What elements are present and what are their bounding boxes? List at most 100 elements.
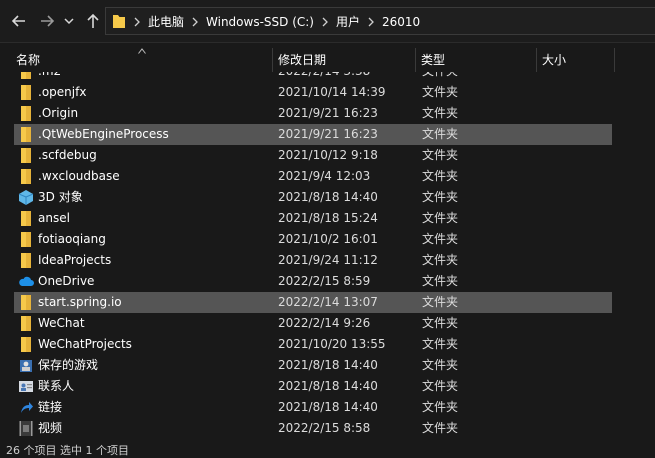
item-name: 保存的游戏 [38,358,99,372]
item-date: 2021/10/12 9:18 [278,148,378,162]
item-type: 文件夹 [422,169,459,183]
item-type: 文件夹 [422,211,459,225]
list-item[interactable]: 视频 2022/2/15 8:58 文件夹 [14,418,612,439]
item-date: 2021/8/18 14:40 [278,379,378,393]
saved-games-icon [18,357,34,374]
list-item[interactable]: .Origin 2021/9/21 16:23 文件夹 [14,103,612,124]
links-icon [18,399,34,416]
breadcrumb-item[interactable]: Windows-SSD (C:) [200,15,320,29]
item-name: 视频 [38,421,63,435]
folder-icon [18,84,34,101]
item-date: 2022/2/15 8:58 [278,421,371,435]
column-divider[interactable] [536,48,537,72]
column-size[interactable]: 大小 [538,48,614,72]
item-type: 文件夹 [422,274,459,288]
videos-icon [18,420,34,437]
item-name: 联系人 [38,379,75,393]
item-date: 2021/9/21 16:23 [278,106,378,120]
item-name: 链接 [38,400,63,414]
chevron-right-icon[interactable] [320,14,330,30]
list-item[interactable]: .wxcloudbase 2021/9/4 12:03 文件夹 [14,166,612,187]
item-date: 2022/2/15 8:59 [278,274,371,288]
item-name: .openjfx [38,85,87,99]
column-divider[interactable] [272,48,273,72]
folder-icon [18,252,34,269]
list-item[interactable]: OneDrive 2022/2/15 8:59 文件夹 [14,271,612,292]
item-date: 2022/2/14 13:07 [278,295,378,309]
item-name: .Origin [38,106,79,120]
list-item[interactable]: start.spring.io 2022/2/14 13:07 文件夹 [14,292,612,313]
folder-icon [112,13,126,32]
item-type: 文件夹 [422,316,459,330]
breadcrumb-item[interactable]: 此电脑 [142,13,190,30]
arrow-right-icon[interactable] [36,10,58,32]
column-divider[interactable] [415,48,416,72]
folder-icon [18,147,34,164]
item-date: 2021/8/18 14:40 [278,190,378,204]
list-item[interactable]: WeChat 2022/2/14 9:26 文件夹 [14,313,612,334]
item-name: OneDrive [38,274,95,288]
chevron-right-icon[interactable] [190,14,200,30]
folder-icon [18,168,34,185]
item-type: 文件夹 [422,148,459,162]
breadcrumb-item[interactable]: 26010 [376,15,426,29]
breadcrumb: 此电脑 Windows-SSD (C:) 用户 26010 [132,13,426,30]
item-date: 2021/9/4 12:03 [278,169,371,183]
item-type: 文件夹 [422,295,459,309]
list-item[interactable]: 链接 2021/8/18 14:40 文件夹 [14,397,612,418]
column-name[interactable]: 名称 [12,48,272,72]
folder-icon [18,126,34,143]
column-date[interactable]: 修改日期 [274,48,414,72]
column-divider[interactable] [614,48,615,72]
item-name: ansel [38,211,70,225]
item-name: .QtWebEngineProcess [38,127,169,141]
contacts-icon [18,378,34,395]
item-name: .scfdebug [38,148,97,162]
chevron-right-icon[interactable] [366,14,376,30]
file-list: .m2 2022/2/14 3:38 文件夹 .openjfx 2021/10/14 1… [0,72,655,452]
item-date: 2021/10/2 16:01 [278,232,378,246]
list-item[interactable]: 保存的游戏 2021/8/18 14:40 文件夹 [14,355,612,376]
list-item[interactable]: .QtWebEngineProcess 2021/9/21 16:23 文件夹 [14,124,612,145]
list-item[interactable]: 联系人 2021/8/18 14:40 文件夹 [14,376,612,397]
item-name: .m2 [38,72,61,82]
item-date: 2021/9/24 11:12 [278,253,378,267]
breadcrumb-item[interactable]: 用户 [330,13,366,30]
item-date: 2021/8/18 14:40 [278,400,378,414]
column-type[interactable]: 类型 [417,48,537,72]
item-name: .wxcloudbase [38,169,120,183]
status-bar: 26 个项目 选中 1 个项目 [6,444,129,457]
arrow-left-icon[interactable] [8,10,30,32]
address-bar[interactable]: 此电脑 Windows-SSD (C:) 用户 26010 [105,7,655,35]
chevron-right-icon[interactable] [132,14,142,30]
item-date: 2021/9/21 16:23 [278,127,378,141]
list-item[interactable]: 3D 对象 2021/8/18 14:40 文件夹 [14,187,612,208]
list-item[interactable]: .openjfx 2021/10/14 14:39 文件夹 [14,82,612,103]
item-type: 文件夹 [422,190,459,204]
folder-icon [18,315,34,332]
item-type: 文件夹 [422,400,459,414]
item-type: 文件夹 [422,253,459,267]
chevron-down-icon[interactable] [62,10,76,32]
list-item[interactable]: WeChatProjects 2021/10/20 13:55 文件夹 [14,334,612,355]
folder-icon [18,336,34,353]
item-name: WeChat [38,316,85,330]
navigation-toolbar: 此电脑 Windows-SSD (C:) 用户 26010 [0,0,655,43]
list-item[interactable]: fotiaoqiang 2021/10/2 16:01 文件夹 [14,229,612,250]
folder-icon [18,72,34,80]
list-item[interactable]: ansel 2021/8/18 15:24 文件夹 [14,208,612,229]
item-date: 2021/10/14 14:39 [278,85,386,99]
list-item[interactable]: .scfdebug 2021/10/12 9:18 文件夹 [14,145,612,166]
list-item[interactable]: .m2 2022/2/14 3:38 文件夹 [14,72,612,82]
item-type: 文件夹 [422,421,459,435]
item-type: 文件夹 [422,106,459,120]
arrow-up-icon[interactable] [82,10,104,32]
item-type: 文件夹 [422,379,459,393]
item-date: 2021/8/18 14:40 [278,358,378,372]
column-header: 名称 修改日期 类型 大小 [0,48,655,72]
item-type: 文件夹 [422,358,459,372]
item-date: 2021/8/18 15:24 [278,211,378,225]
item-name: IdeaProjects [38,253,112,267]
item-type: 文件夹 [422,127,459,141]
list-item[interactable]: IdeaProjects 2021/9/24 11:12 文件夹 [14,250,612,271]
